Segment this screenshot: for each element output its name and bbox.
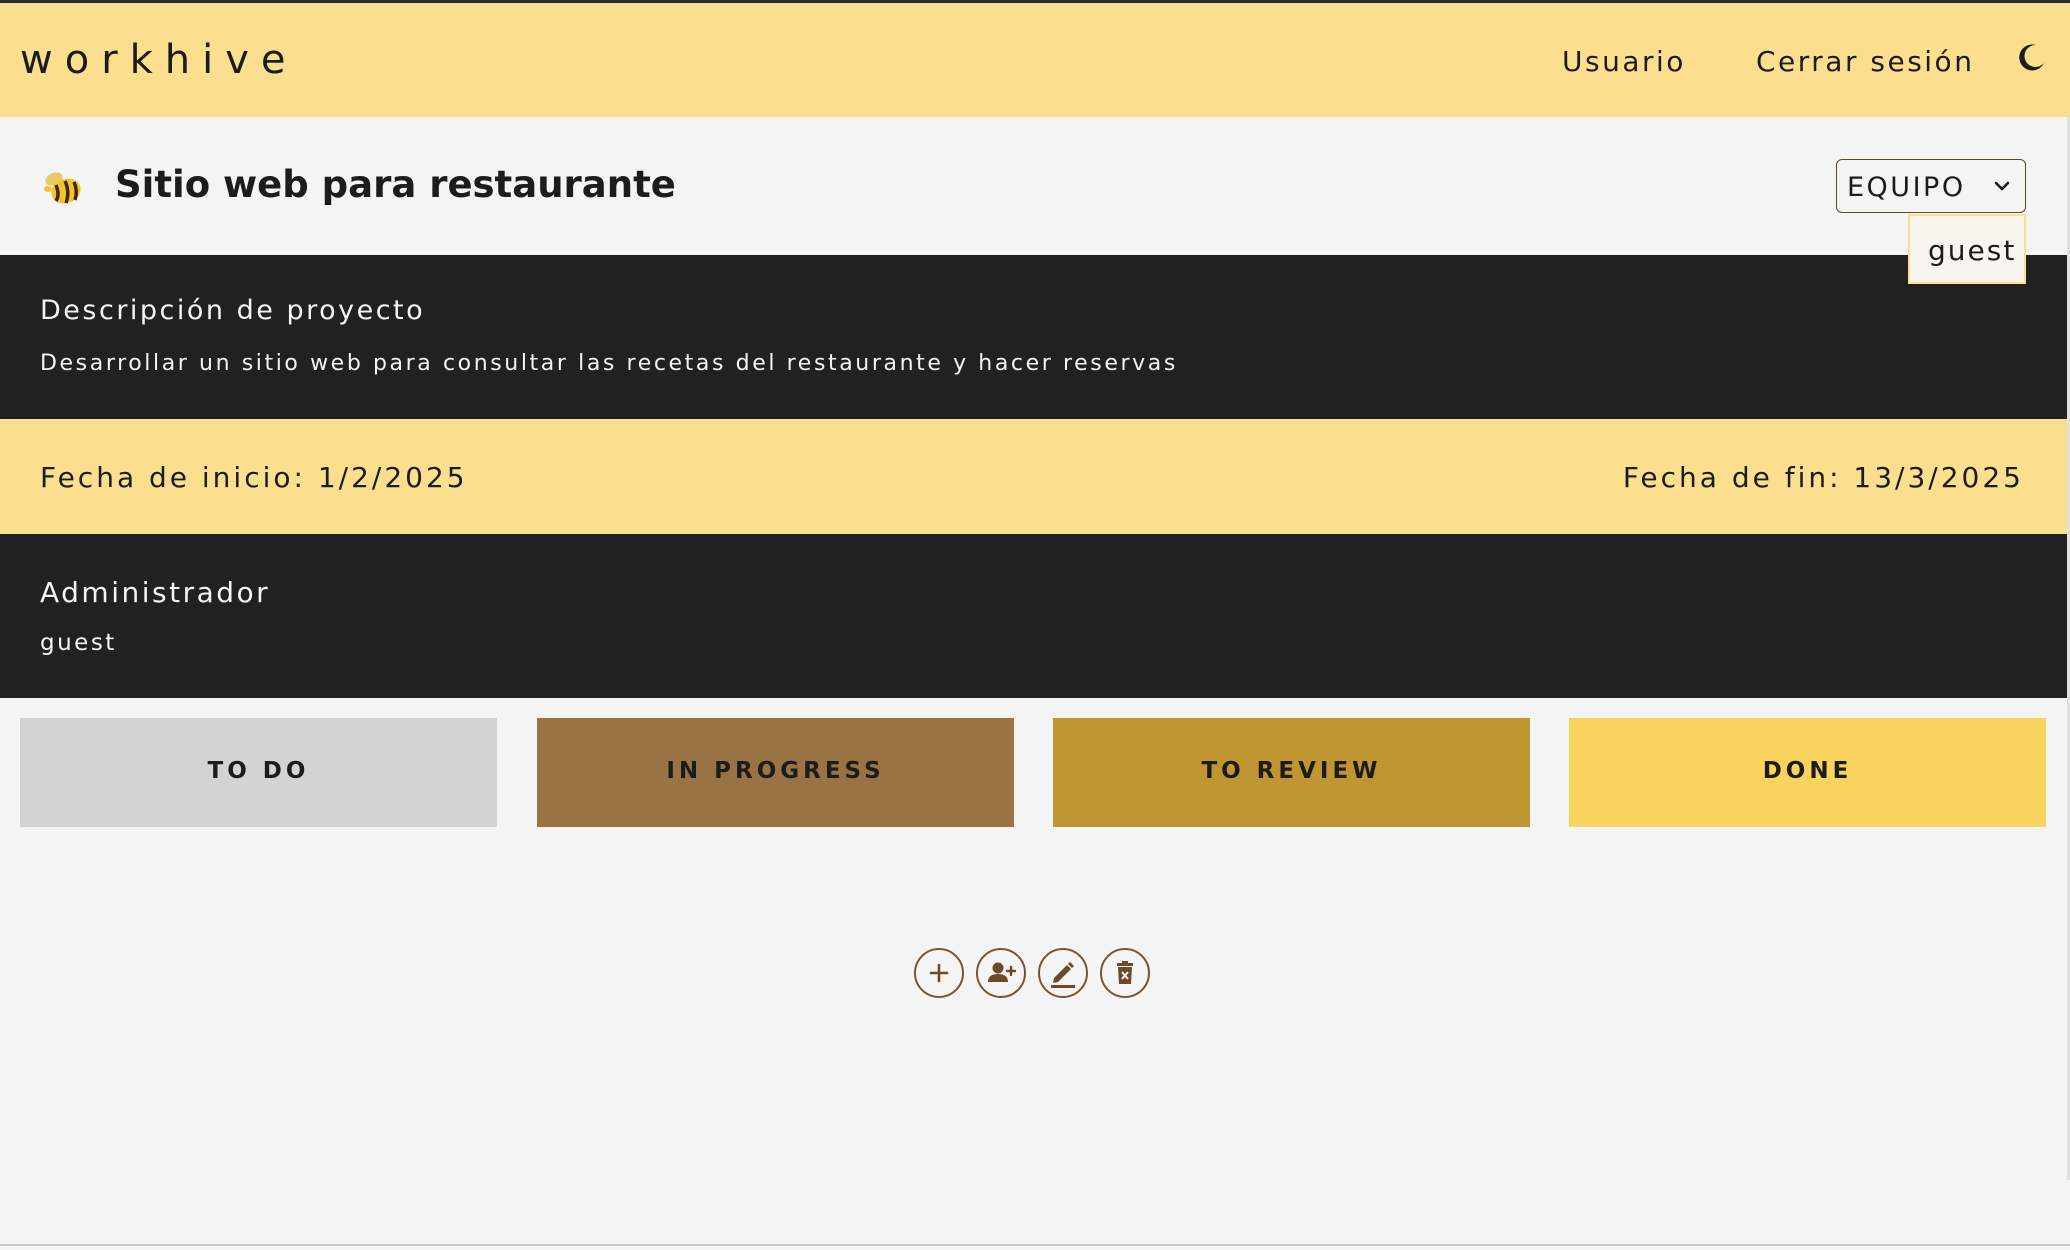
dates-section: Fecha de inicio: 1/2/2025 Fecha de fin: … bbox=[0, 419, 2070, 534]
plus-icon bbox=[929, 963, 949, 983]
nav-user-link[interactable]: Usuario bbox=[1562, 45, 1686, 78]
brand-logo[interactable]: workhive bbox=[20, 37, 298, 83]
delete-project-button[interactable] bbox=[1100, 948, 1150, 998]
column-label: TO DO bbox=[207, 758, 310, 784]
column-todo[interactable]: TO DO bbox=[20, 718, 497, 827]
bottom-border bbox=[0, 1244, 2070, 1246]
trash-icon bbox=[1117, 961, 1133, 984]
team-option-guest[interactable]: guest bbox=[1908, 214, 2026, 284]
column-label: DONE bbox=[1762, 758, 1853, 784]
column-label: TO REVIEW bbox=[1201, 758, 1382, 784]
column-done[interactable]: DONE bbox=[1569, 718, 2046, 827]
team-select[interactable]: EQUIPO bbox=[1836, 159, 2026, 213]
add-user-icon bbox=[988, 962, 1017, 982]
team-select-label: EQUIPO bbox=[1847, 172, 1966, 203]
project-header: Sitio web para restaurante EQUIPO bbox=[0, 117, 2070, 255]
add-user-button[interactable] bbox=[976, 948, 1026, 998]
end-date: Fecha de fin: 13/3/2025 bbox=[1622, 461, 2024, 494]
pencil-icon bbox=[1051, 962, 1075, 988]
add-task-button[interactable] bbox=[914, 948, 964, 998]
column-label: IN PROGRESS bbox=[666, 758, 885, 784]
page-title: Sitio web para restaurante bbox=[115, 163, 676, 206]
team-option-label: guest bbox=[1928, 234, 2017, 267]
admin-name: guest bbox=[40, 630, 117, 656]
navbar: workhive Usuario Cerrar sesión bbox=[0, 3, 2070, 117]
admin-title: Administrador bbox=[40, 576, 271, 609]
start-date: Fecha de inicio: 1/2/2025 bbox=[40, 461, 468, 494]
column-in-progress[interactable]: IN PROGRESS bbox=[537, 718, 1014, 827]
chevron-down-icon bbox=[1994, 181, 2010, 191]
edit-project-button[interactable] bbox=[1038, 948, 1088, 998]
description-text: Desarrollar un sitio web para consultar … bbox=[40, 351, 1178, 376]
moon-icon[interactable] bbox=[2016, 41, 2048, 73]
admin-section: Administrador guest bbox=[0, 534, 2070, 698]
description-title: Descripción de proyecto bbox=[40, 295, 426, 326]
nav-logout-link[interactable]: Cerrar sesión bbox=[1756, 45, 1974, 78]
column-to-review[interactable]: TO REVIEW bbox=[1053, 718, 1530, 827]
description-section: Descripción de proyecto Desarrollar un s… bbox=[0, 255, 2070, 419]
bee-icon bbox=[38, 165, 88, 211]
